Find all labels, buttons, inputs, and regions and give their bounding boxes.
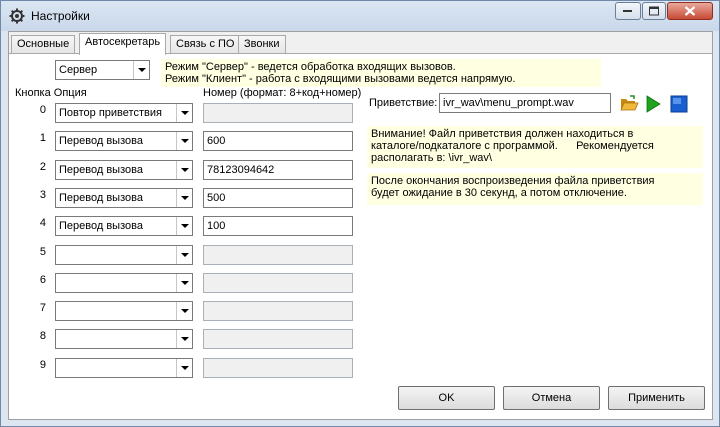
row-option-value: Перевод вызова [59,192,143,204]
row-option-select[interactable]: Перевод вызова [55,131,193,151]
mode-select[interactable]: Сервер [55,60,150,80]
row-number-input [203,245,353,265]
row-option-select[interactable]: Повтор приветствия [55,103,193,123]
mode-select-value: Сервер [59,64,98,76]
row-number-input[interactable]: 78123094642 [203,160,353,180]
tab-strip: Основные Автосекретарь Связь с ПО Звонки [9,32,712,55]
row-number-input [203,103,353,123]
chevron-down-icon [176,359,192,377]
row-option-value: Перевод вызова [59,135,143,147]
row-option-select[interactable]: Перевод вызова [55,160,193,180]
chevron-down-icon [176,217,192,235]
row-option-select[interactable]: Перевод вызова [55,188,193,208]
chevron-down-icon [176,330,192,348]
row-key-number: 1 [39,132,46,144]
close-button[interactable] [667,2,713,20]
tab-general[interactable]: Основные [11,35,76,54]
row-number-input[interactable]: 500 [203,188,353,208]
chevron-down-icon [176,189,192,207]
row-key-number: 2 [39,161,46,173]
cancel-button[interactable]: Отмена [503,386,600,410]
mode-note-line: Режим "Клиент" - работа с входящими вызо… [165,73,516,85]
greeting-location-note: Внимание! Файл приветствия должен находи… [367,126,703,168]
row-number-input[interactable]: 600 [203,131,353,151]
chevron-down-icon [176,246,192,264]
tab-calls[interactable]: Звонки [238,35,286,54]
maximize-button[interactable] [642,2,666,20]
row-number-input [203,273,353,293]
dialog-client-area: Основные Автосекретарь Связь с ПО Звонки… [8,31,713,420]
folder-open-icon[interactable] [619,94,639,114]
row-key-number: 5 [39,246,46,258]
row-option-select[interactable] [55,301,193,321]
row-option-select[interactable] [55,358,193,378]
note-line: После окончания воспроизведения файла пр… [371,175,655,187]
row-option-value: Перевод вызова [59,164,143,176]
row-number-input [203,329,353,349]
window-title: Настройки [31,9,90,23]
autosecretary-panel: Сервер Режим "Сервер" - ведется обработк… [9,53,712,419]
row-option-select[interactable] [55,273,193,293]
key-option-header: Кнопка Опция [15,87,87,99]
note-line: каталоге/подкаталоге с программой. Реком… [371,140,654,152]
row-option-select[interactable] [55,245,193,265]
chevron-down-icon [176,104,192,122]
tab-autosecretary[interactable]: Автосекретарь [79,33,167,55]
settings-window: Настройки Основные Автосекретарь Связь с… [0,0,720,427]
gear-icon [9,8,25,24]
close-icon [684,6,696,16]
row-key-number: 0 [39,104,46,116]
row-key-number: 9 [39,359,46,371]
chevron-down-icon [176,161,192,179]
row-number-input [203,301,353,321]
note-line: будет ожидание в 30 секунд, а потом откл… [371,187,627,199]
mode-note-line: Режим "Сервер" - ведется обработка входя… [165,61,456,73]
row-option-value: Повтор приветствия [59,107,162,119]
greeting-timeout-note: После окончания воспроизведения файла пр… [367,173,703,205]
chevron-down-icon [176,302,192,320]
stop-icon[interactable] [669,94,689,114]
greeting-label: Приветствие: [369,97,438,109]
row-option-select[interactable]: Перевод вызова [55,216,193,236]
title-bar: Настройки [1,1,719,31]
ok-button[interactable]: OK [398,386,495,410]
note-line: Внимание! Файл приветствия должен находи… [371,128,634,140]
minimize-icon [623,10,632,12]
row-key-number: 3 [39,189,46,201]
row-key-number: 7 [39,302,46,314]
chevron-down-icon [133,61,149,79]
row-option-select[interactable] [55,329,193,349]
row-option-value: Перевод вызова [59,220,143,232]
row-number-input[interactable]: 100 [203,216,353,236]
row-key-number: 6 [39,274,46,286]
chevron-down-icon [176,132,192,150]
apply-button[interactable]: Применить [608,386,705,410]
note-line: располагать в: \ivr_wav\ [371,152,492,164]
minimize-button[interactable] [615,2,641,20]
greeting-file-input[interactable]: ivr_wav\menu_prompt.wav [439,93,611,113]
row-number-input [203,358,353,378]
play-icon[interactable] [643,94,663,114]
row-key-number: 8 [39,330,46,342]
number-header: Номер (формат: 8+код+номер) [203,87,362,99]
row-key-number: 4 [39,217,46,229]
tab-software-link[interactable]: Связь с ПО [170,35,241,54]
chevron-down-icon [176,274,192,292]
mode-note: Режим "Сервер" - ведется обработка входя… [161,59,601,87]
